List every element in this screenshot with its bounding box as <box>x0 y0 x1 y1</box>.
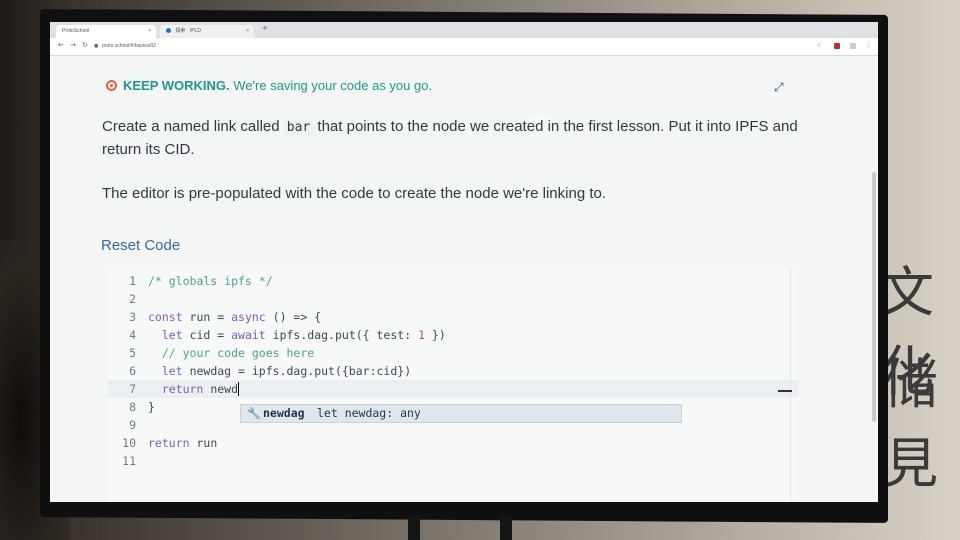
instruction-paragraph: The editor is pre-populated with the cod… <box>102 185 607 202</box>
status-banner: KEEP WORKING. We're saving your code as … <box>106 78 432 93</box>
cursor-ruler-mark <box>778 390 792 392</box>
favicon-icon <box>166 28 171 34</box>
browser-tab-bar: ProtoSchool × 探索 · IPLD × + <box>50 22 878 38</box>
instruction-text: Create a named link called <box>102 118 284 135</box>
browser-tab-protoschool[interactable]: ProtoSchool × <box>56 25 156 38</box>
code-line[interactable]: 6 let newdag = ipfs.dag.put({bar:cid}) <box>108 362 798 380</box>
forward-icon[interactable]: → <box>70 41 76 49</box>
editor-scrollbar[interactable] <box>790 268 791 502</box>
line-number: 6 <box>129 364 136 378</box>
status-icon <box>106 80 117 91</box>
inline-code: bar <box>283 120 314 135</box>
line-number: 3 <box>129 310 136 324</box>
line-number: 4 <box>129 328 136 342</box>
suggestion-detail: let newdag: any <box>317 406 421 420</box>
extension-icon[interactable] <box>850 43 856 49</box>
code-line[interactable]: 4 let cid = await ipfs.dag.put({ test: 1… <box>108 326 798 344</box>
autocomplete-suggestion[interactable]: 🔧 newdag let newdag: any <box>240 404 682 423</box>
code-text: return newd <box>161 382 240 396</box>
expand-icon[interactable]: ⤢ <box>774 80 784 95</box>
code-line[interactable]: 2 <box>108 290 798 308</box>
line-number: 11 <box>122 454 136 468</box>
wrench-icon: 🔧 <box>247 407 261 420</box>
wall-chinese-text-2: 储見 <box>884 353 940 495</box>
code-line[interactable]: 5 // your code goes here <box>108 344 798 362</box>
instruction-paragraph: Create a named link called bar that poin… <box>102 116 802 161</box>
close-icon[interactable]: × <box>246 25 249 38</box>
code-line[interactable]: 11 <box>108 452 798 470</box>
banner-text: We're saving your code as you go. <box>229 78 433 93</box>
code-editor[interactable]: 1 /* globals ipfs */ 2 3 const run = async (… <box>108 268 798 502</box>
text-caret <box>238 382 240 396</box>
browser-address-bar: ← → ↻ ● proto.school/#/basics/02 ☆ ⋮ <box>50 38 878 56</box>
extension-icon[interactable] <box>834 43 840 49</box>
code-text: let cid = await ipfs.dag.put({ test: 1 }… <box>161 328 446 342</box>
code-text: return run <box>148 436 218 450</box>
code-text: const run = async () => { <box>148 310 322 324</box>
code-text: let newdag = ipfs.dag.put({bar:cid}) <box>161 364 412 378</box>
line-number: 8 <box>129 400 136 414</box>
reload-icon[interactable]: ↻ <box>82 41 88 49</box>
reset-code-link[interactable]: Reset Code <box>101 237 180 254</box>
tv-stand-left <box>408 516 420 540</box>
line-number: 7 <box>129 382 136 396</box>
star-icon[interactable]: ☆ <box>816 42 821 49</box>
line-number: 5 <box>129 346 136 360</box>
page-scrollbar[interactable] <box>872 172 876 422</box>
suggestion-label: newdag <box>263 406 305 420</box>
line-number: 2 <box>129 292 136 306</box>
tab-label: ProtoSchool <box>62 28 90 34</box>
code-text: } <box>148 400 155 414</box>
code-text: /* globals ipfs */ <box>148 274 273 288</box>
close-icon[interactable]: × <box>148 25 151 38</box>
line-number: 9 <box>129 418 136 432</box>
tv-stand-right <box>500 516 512 540</box>
menu-icon[interactable]: ⋮ <box>866 42 872 49</box>
new-tab-icon[interactable]: + <box>262 24 268 32</box>
code-text: // your code goes here <box>148 346 315 360</box>
browser-tab-ipld[interactable]: 探索 · IPLD × <box>160 25 254 38</box>
line-number: 1 <box>129 274 136 288</box>
lock-icon: ● <box>94 43 99 49</box>
tab-label: 探索 · IPLD <box>175 28 201 34</box>
lesson-page: KEEP WORKING. We're saving your code as … <box>50 56 878 502</box>
code-line[interactable]: 7 return newd <box>108 380 798 398</box>
code-line[interactable]: 3 const run = async () => { <box>108 308 798 326</box>
banner-strong: KEEP WORKING. <box>123 78 230 93</box>
back-icon[interactable]: ← <box>58 41 64 49</box>
line-number: 10 <box>122 436 136 450</box>
code-line[interactable]: 10 return run <box>108 434 798 452</box>
url-field[interactable]: proto.school/#/basics/02 <box>102 43 156 49</box>
code-line[interactable]: 1 /* globals ipfs */ <box>108 272 798 290</box>
tv-screen: ProtoSchool × 探索 · IPLD × + ← → ↻ ● prot… <box>50 22 878 502</box>
